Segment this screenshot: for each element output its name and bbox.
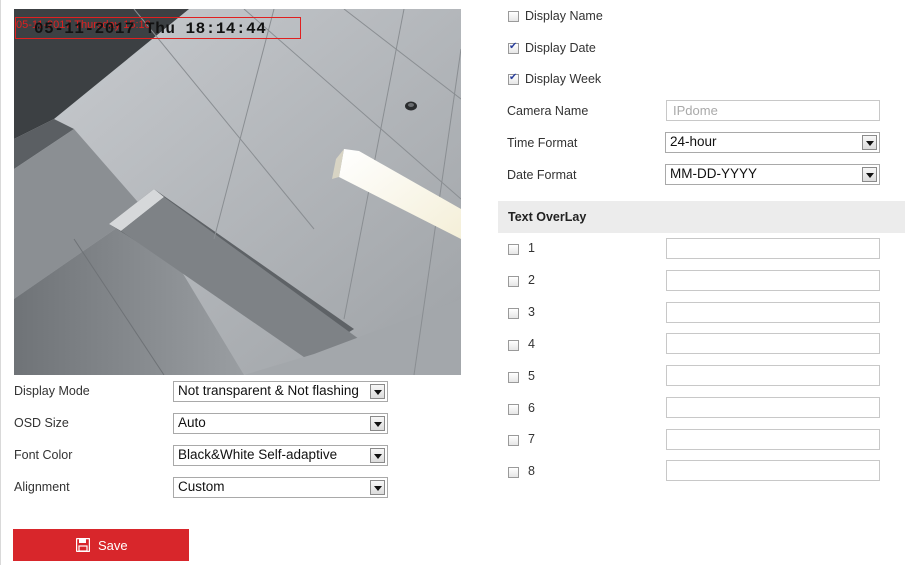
osd-size-label: OSD Size	[14, 416, 69, 430]
osd-overlay-datetime: 05-11-2017 Thu 18:14:44	[34, 20, 267, 38]
video-preview[interactable]: 05-11-2017 Thursday 15:10 05-11-2017 Thu…	[14, 9, 461, 375]
chevron-down-icon[interactable]	[862, 135, 877, 150]
date-format-value: MM-DD-YYYY	[670, 166, 757, 181]
font-color-label: Font Color	[14, 448, 73, 462]
display-date-label: Display Date	[525, 41, 596, 55]
ceiling-scene	[14, 9, 461, 375]
overlay-1-input[interactable]	[666, 238, 880, 259]
overlay-4-input[interactable]	[666, 333, 880, 354]
display-mode-value: Not transparent & Not flashing	[178, 383, 359, 398]
overlay-3-label: 3	[528, 305, 535, 319]
overlay-2-checkbox[interactable]	[508, 276, 519, 287]
overlay-2-label: 2	[528, 273, 535, 287]
chevron-down-icon[interactable]	[370, 384, 385, 399]
display-name-label: Display Name	[525, 9, 603, 23]
display-mode-select[interactable]: Not transparent & Not flashing	[173, 381, 388, 402]
time-format-value: 24-hour	[670, 134, 717, 149]
osd-settings-page: 05-11-2017 Thursday 15:10 05-11-2017 Thu…	[0, 0, 905, 565]
display-date-checkbox[interactable]	[508, 41, 519, 54]
display-week-checkbox[interactable]	[508, 72, 519, 85]
camera-name-label: Camera Name	[507, 104, 589, 118]
alignment-select[interactable]: Custom	[173, 477, 388, 498]
overlay-4-label: 4	[528, 337, 535, 351]
chevron-down-icon[interactable]	[370, 480, 385, 495]
save-button-label: Save	[98, 538, 128, 553]
overlay-7-label: 7	[528, 432, 535, 446]
osd-size-select[interactable]: Auto	[173, 413, 388, 434]
overlay-8-input[interactable]	[666, 460, 880, 481]
camera-name-input[interactable]	[666, 100, 880, 121]
overlay-6-checkbox[interactable]	[508, 404, 519, 415]
overlay-2-input[interactable]	[666, 270, 880, 291]
overlay-8-label: 8	[528, 464, 535, 478]
display-name-checkbox[interactable]	[508, 11, 519, 22]
overlay-5-label: 5	[528, 369, 535, 383]
overlay-4-checkbox[interactable]	[508, 340, 519, 351]
date-format-label: Date Format	[507, 168, 577, 182]
save-button[interactable]: Save	[13, 529, 189, 561]
text-overlay-header: Text OverLay	[498, 201, 905, 233]
time-format-select[interactable]: 24-hour	[665, 132, 880, 153]
overlay-3-checkbox[interactable]	[508, 308, 519, 319]
overlay-8-checkbox[interactable]	[508, 467, 519, 478]
alignment-value: Custom	[178, 479, 225, 494]
overlay-5-checkbox[interactable]	[508, 372, 519, 383]
chevron-down-icon[interactable]	[862, 167, 877, 182]
font-color-value: Black&White Self-adaptive	[178, 447, 338, 462]
chevron-down-icon[interactable]	[370, 448, 385, 463]
alignment-label: Alignment	[14, 480, 70, 494]
display-mode-label: Display Mode	[14, 384, 90, 398]
font-color-select[interactable]: Black&White Self-adaptive	[173, 445, 388, 466]
time-format-label: Time Format	[507, 136, 578, 150]
overlay-1-label: 1	[528, 241, 535, 255]
osd-size-value: Auto	[178, 415, 206, 430]
overlay-6-input[interactable]	[666, 397, 880, 418]
overlay-7-input[interactable]	[666, 429, 880, 450]
overlay-7-checkbox[interactable]	[508, 435, 519, 446]
overlay-3-input[interactable]	[666, 302, 880, 323]
text-overlay-title: Text OverLay	[508, 210, 587, 224]
overlay-5-input[interactable]	[666, 365, 880, 386]
display-week-label: Display Week	[525, 72, 602, 86]
floppy-disk-icon	[76, 538, 90, 552]
chevron-down-icon[interactable]	[370, 416, 385, 431]
date-format-select[interactable]: MM-DD-YYYY	[665, 164, 880, 185]
overlay-1-checkbox[interactable]	[508, 244, 519, 255]
overlay-6-label: 6	[528, 401, 535, 415]
